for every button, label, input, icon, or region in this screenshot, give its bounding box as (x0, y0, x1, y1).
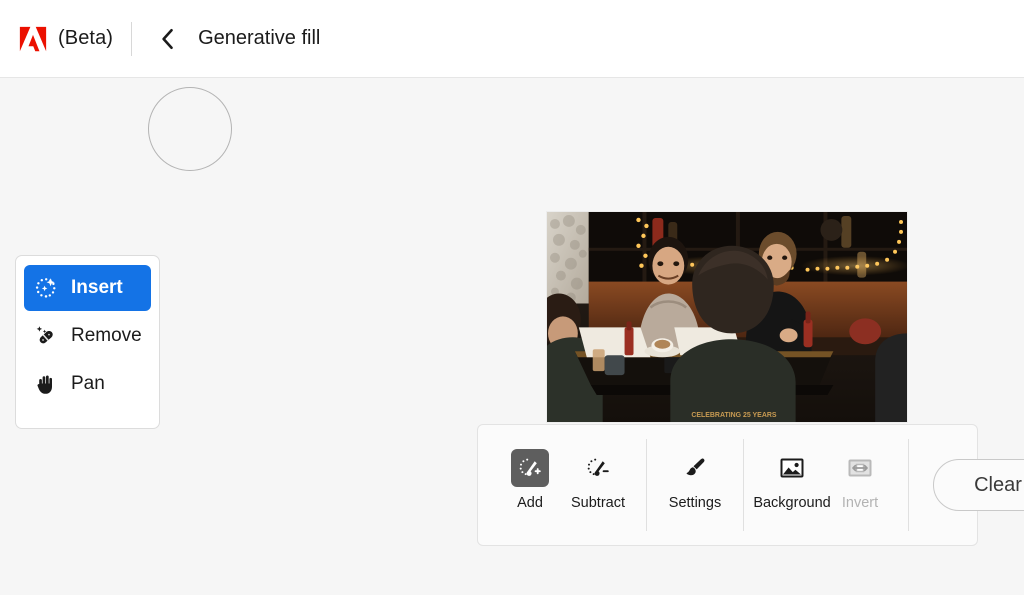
adobe-logo (19, 26, 47, 51)
selection-tools-group: Add Subtract (492, 425, 646, 545)
brush-subtract-icon (579, 449, 617, 487)
chevron-left-icon (161, 28, 173, 49)
shirt-text: CELEBRATING 25 YEARS (691, 412, 776, 419)
background-label: Background (753, 495, 831, 511)
tool-item-remove[interactable]: Remove (24, 313, 151, 359)
add-button[interactable]: Add (496, 425, 564, 511)
settings-label: Settings (668, 495, 722, 511)
subtract-button[interactable]: Subtract (564, 425, 632, 511)
invert-label: Invert (841, 495, 879, 511)
sparkle-circle-icon (34, 276, 58, 300)
add-label: Add (517, 495, 543, 511)
tool-item-pan[interactable]: Pan (24, 361, 151, 407)
mask-tools-group: Background Invert (744, 425, 908, 545)
header-divider (131, 21, 133, 56)
tool-item-label: Insert (71, 277, 123, 298)
back-button[interactable] (154, 26, 180, 52)
subtract-label: Subtract (571, 495, 625, 511)
app-header: (Beta) Generative fill (0, 0, 1024, 78)
hand-icon (34, 372, 58, 396)
invert-icon (841, 449, 879, 487)
invert-button: Invert (826, 425, 894, 511)
tool-panel: Insert Remove Pan (15, 255, 160, 429)
image-icon (773, 449, 811, 487)
healing-brush-icon (34, 324, 58, 348)
paintbrush-icon (676, 449, 714, 487)
brush-add-icon (511, 449, 549, 487)
canvas-image[interactable]: CELEBRATING 25 YEARS (546, 211, 908, 423)
photo-content: CELEBRATING 25 YEARS (547, 212, 907, 422)
tool-item-insert[interactable]: Insert (24, 265, 151, 311)
brush-cursor-ring (148, 87, 232, 171)
tool-item-label: Pan (71, 373, 105, 394)
generative-fill-app: (Beta) Generative fill CELEBRATING 25 YE… (0, 0, 1024, 595)
tool-item-label: Remove (71, 325, 142, 346)
clear-button[interactable]: Clear (933, 459, 1024, 511)
background-button[interactable]: Background (753, 425, 831, 511)
settings-button[interactable]: Settings (661, 425, 729, 511)
brush-tools-group: Settings (647, 425, 743, 545)
selection-option-bar: Add Subtract Settings Background Invert … (477, 424, 1024, 546)
beta-label: (Beta) (58, 27, 114, 49)
clear-group: Clear (909, 425, 1024, 545)
page-title: Generative fill (198, 27, 321, 49)
